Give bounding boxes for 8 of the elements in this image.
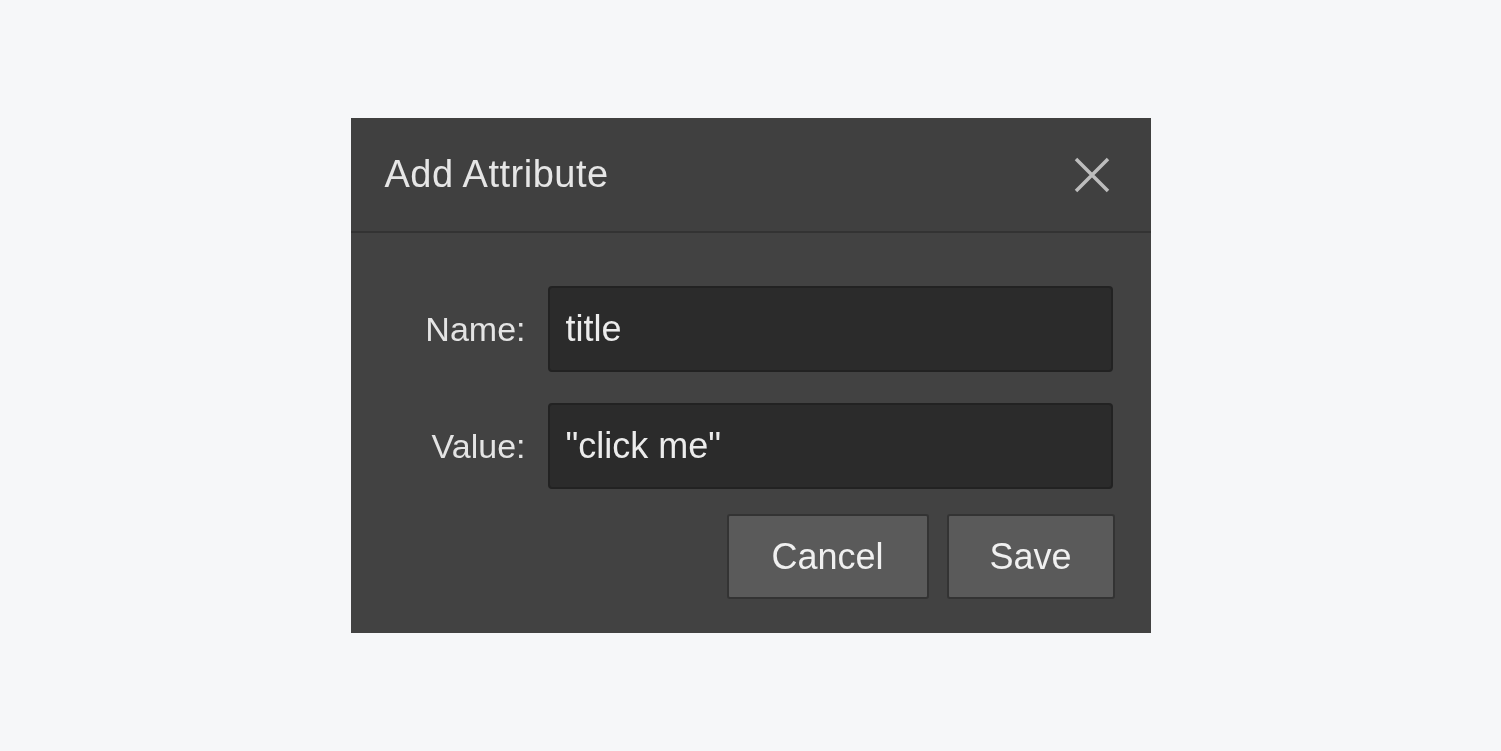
close-icon[interactable]: [1072, 155, 1111, 194]
dialog-title: Add Attribute: [384, 153, 609, 196]
field-label: Name:: [424, 309, 526, 349]
save-button[interactable]: Save: [946, 514, 1115, 599]
input-field[interactable]: title: [547, 286, 1113, 372]
field-label: Value:: [430, 426, 526, 466]
cancel-button[interactable]: Cancel: [726, 514, 929, 599]
input-field[interactable]: "click me": [547, 403, 1113, 489]
